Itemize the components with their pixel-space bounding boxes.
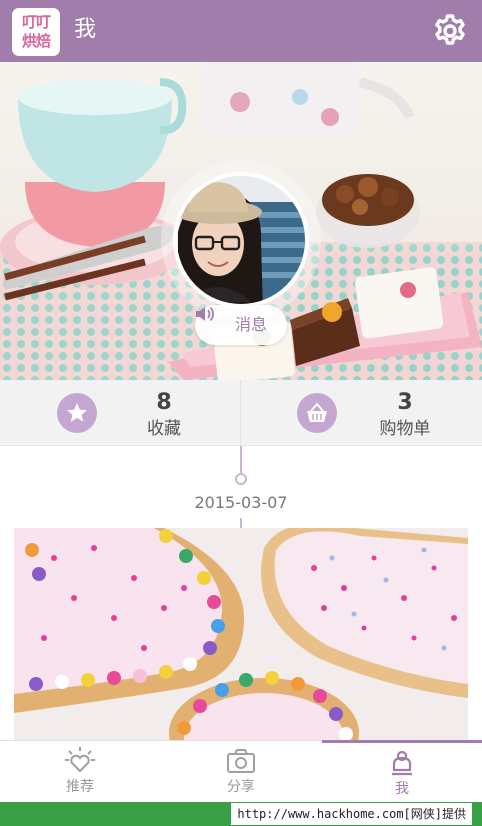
shopping-list-count: 3 [397,390,413,415]
timeline-dot [235,473,247,485]
watermark-text: http://www.hackhome.com[网侠]提供 [231,803,472,825]
messages-button[interactable]: 消息 [195,305,287,345]
app-logo: 叮叮 烘焙 [12,8,60,56]
timeline: 2015-03-07 [0,446,482,528]
bottom-tab-bar: 推荐 分享 我 [0,740,482,802]
tab-me-label: 我 [395,781,409,797]
stats-divider [240,380,241,446]
camera-icon [227,749,255,773]
tab-share-label: 分享 [227,779,255,795]
timeline-line [240,446,242,476]
tab-recommend[interactable]: 推荐 [0,741,160,803]
profile-cover: 消息 [0,62,482,380]
cookie-photo [14,528,468,740]
favorites-count: 8 [156,390,172,415]
heart-sun-icon [65,747,95,773]
stats-bar: 8 收藏 3 购物单 [0,380,482,446]
messages-label: 消息 [235,315,268,334]
tab-share[interactable]: 分享 [161,741,321,803]
chef-hat-icon [392,750,412,776]
favorites-label: 收藏 [147,419,181,439]
tab-recommend-label: 推荐 [66,779,94,795]
logo-text-line1: 叮叮 [21,13,51,31]
tab-me[interactable]: 我 [322,740,482,802]
star-icon [57,393,97,433]
post-image[interactable] [14,528,468,740]
speaker-icon [196,306,214,322]
page-title: 我 [74,17,97,42]
timeline-date: 2015-03-07 [194,493,288,512]
basket-icon [297,393,337,433]
app-header: 叮叮 烘焙 我 [0,0,482,62]
gear-icon[interactable] [432,13,468,49]
watermark-bar: http://www.hackhome.com[网侠]提供 [0,802,482,826]
logo-text-line2: 烘焙 [21,32,51,50]
shopping-list-label: 购物单 [379,419,431,439]
timeline-line-bottom [240,518,242,528]
